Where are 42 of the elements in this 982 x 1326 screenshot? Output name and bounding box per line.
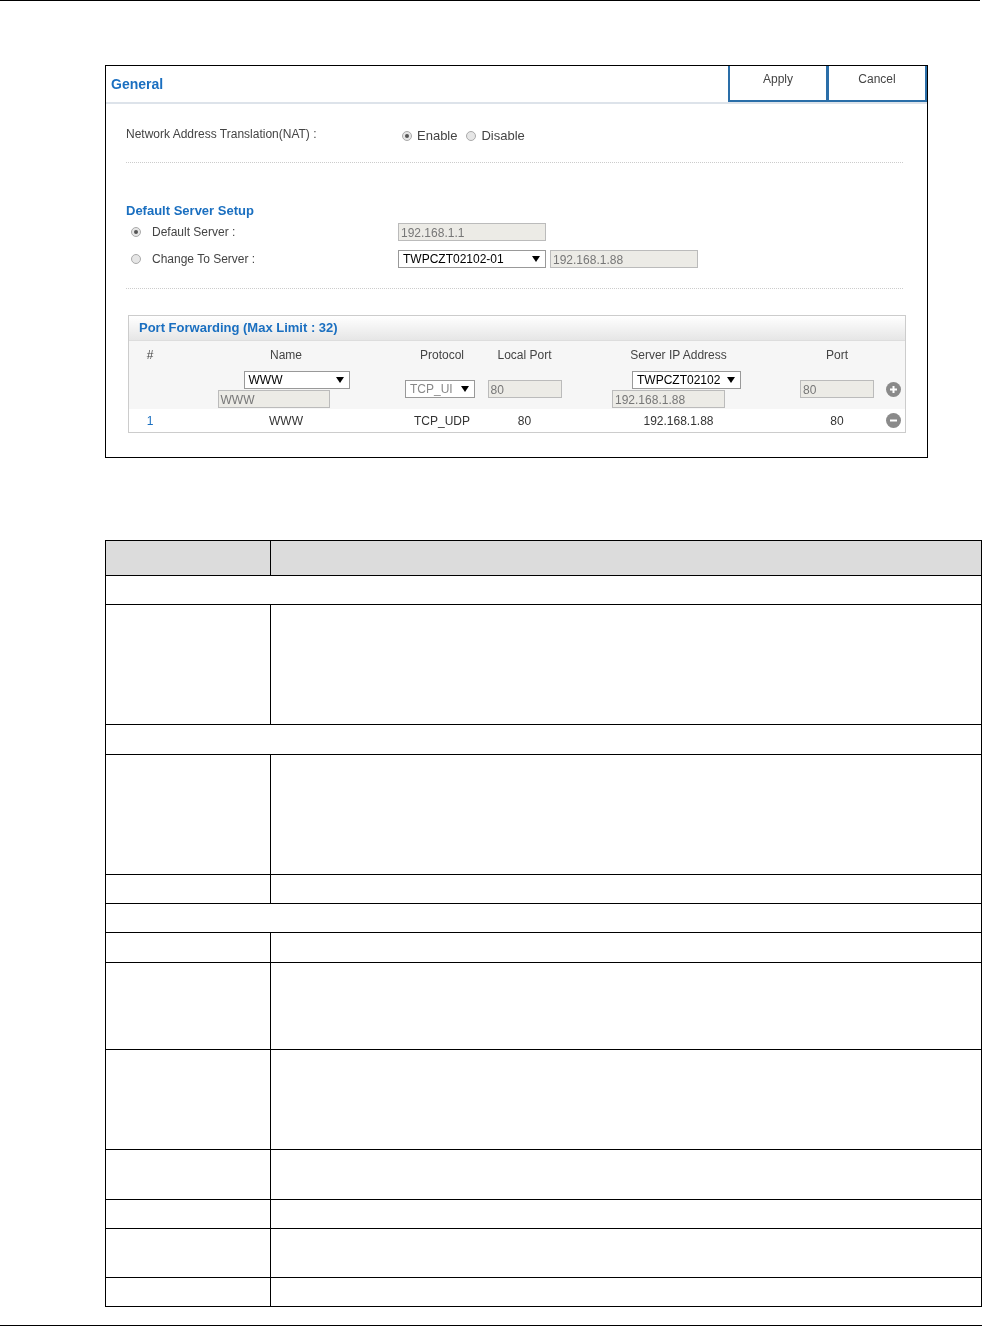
add-icon[interactable]	[886, 381, 901, 397]
input-field[interactable]: 192.168.1.88	[612, 389, 725, 408]
action-button[interactable]: Cancel	[827, 66, 927, 102]
caret-icon	[727, 376, 735, 383]
radio-button[interactable]	[402, 130, 412, 141]
dropdown[interactable]: WWW	[243, 370, 350, 389]
option-label: Disable	[481, 128, 525, 143]
radio-button[interactable]	[131, 226, 141, 237]
dropdown[interactable]: TWPCZT02102-01	[398, 249, 546, 268]
input-field[interactable]: 192.168.1.1	[398, 222, 546, 241]
table-cell-text: 80	[516, 413, 533, 428]
column-header: Name	[269, 348, 303, 362]
table-cell-text: 80	[829, 413, 845, 428]
panel-header: Port Forwarding (Max Limit : 32)	[129, 316, 905, 341]
radio-button[interactable]	[466, 130, 477, 141]
input-field[interactable]: 80	[800, 380, 874, 398]
caret-icon	[532, 255, 540, 262]
dropdown[interactable]: TWPCZT02102	[632, 370, 741, 389]
table-cell-text: 1	[145, 413, 155, 428]
table-cell-text: WWW	[268, 413, 304, 428]
input-field[interactable]: 192.168.1.88	[550, 249, 698, 268]
option-label: Change To Server :	[152, 251, 256, 266]
action-button[interactable]: Apply	[728, 66, 828, 102]
remove-icon[interactable]	[886, 413, 901, 428]
section-title: Default Server Setup	[126, 203, 255, 218]
dropdown[interactable]: TCP_UI	[405, 380, 475, 398]
radio-button[interactable]	[131, 253, 141, 264]
table-cell-text: TCP_UDP	[413, 413, 471, 428]
option-label: Enable	[417, 128, 458, 143]
column-header: Port	[825, 348, 849, 362]
field-label: Network Address Translation(NAT) :	[126, 127, 318, 141]
option-label: Default Server :	[152, 224, 236, 239]
column-header: Local Port	[496, 348, 553, 362]
panel-title: General	[110, 75, 165, 94]
input-field[interactable]: WWW	[217, 389, 330, 408]
caret-icon	[461, 386, 469, 392]
column-header: #	[145, 348, 155, 362]
column-header: Protocol	[419, 348, 465, 362]
input-field[interactable]: 80	[487, 380, 562, 398]
table-cell-text: 192.168.1.88	[642, 413, 715, 428]
caret-icon	[335, 376, 344, 383]
column-header: Server IP Address	[629, 348, 728, 362]
